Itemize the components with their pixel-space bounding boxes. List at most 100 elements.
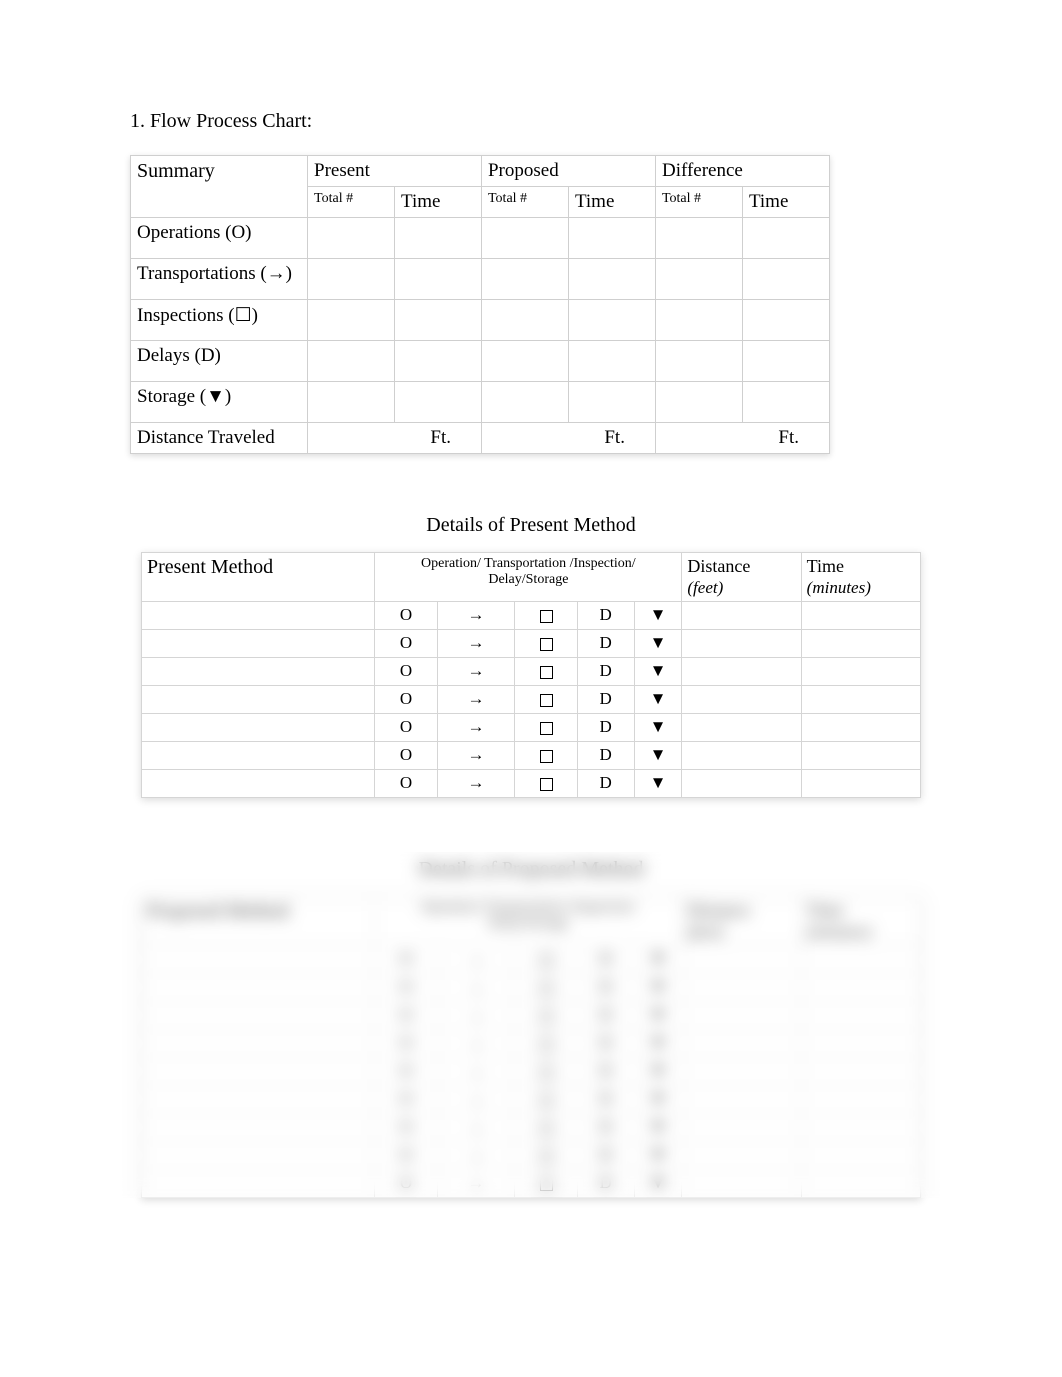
detail-symbol-cell: →	[437, 658, 515, 686]
detail-symbol-cell: D	[577, 658, 634, 686]
detail-symbol-cell	[515, 1142, 577, 1170]
detail-symbol-cell: D	[577, 686, 634, 714]
detail-symbol-cell	[515, 1030, 577, 1058]
detail-step-label	[142, 1086, 375, 1114]
detail-symbol-cell: →	[437, 1170, 515, 1198]
detail-symbol-cell: ▼	[634, 686, 682, 714]
detail-symbol-cell: O	[375, 946, 437, 974]
detail-row: O→D▼	[142, 1086, 921, 1114]
detail-distance-cell	[682, 974, 801, 1002]
detail-step-label	[142, 630, 375, 658]
detail-symbol-cell: ▼	[634, 770, 682, 798]
detail-symbol-cell: →	[437, 1086, 515, 1114]
detail-symbol-cell: O	[375, 1170, 437, 1198]
summary-cell	[308, 259, 395, 300]
inspection-icon	[540, 1094, 553, 1107]
detail-distance-cell	[682, 770, 801, 798]
detail-symbol-cell: →	[437, 602, 515, 630]
inspection-icon	[540, 1150, 553, 1163]
detail-symbol-cell: →	[437, 1114, 515, 1142]
detail-symbol-cell	[515, 686, 577, 714]
detail-symbol-cell	[515, 742, 577, 770]
summary-row: Storage (▼)	[131, 382, 830, 423]
detail-symbol-cell: ▼	[634, 1114, 682, 1142]
detail-symbol-cell: ▼	[634, 1142, 682, 1170]
detail-step-label	[142, 770, 375, 798]
summary-cell	[568, 259, 655, 300]
detail-step-label	[142, 1142, 375, 1170]
inspection-icon	[540, 694, 553, 707]
detail-symbol-cell: D	[577, 1114, 634, 1142]
detail-symbol-cell: O	[375, 630, 437, 658]
distance-present: Ft.	[308, 423, 482, 454]
summary-cell	[308, 382, 395, 423]
distance-label: Distance Traveled	[131, 423, 308, 454]
summary-cell	[742, 341, 829, 382]
detail-symbol-cell	[515, 770, 577, 798]
detail-time-cell	[801, 714, 920, 742]
detail-distance-cell	[682, 946, 801, 974]
summary-cell	[481, 341, 568, 382]
detail-symbol-cell: O	[375, 714, 437, 742]
summary-row-label: Operations (O)	[131, 218, 308, 259]
detail-symbol-cell	[515, 630, 577, 658]
inspection-icon	[540, 666, 553, 679]
detail-symbol-cell: ▼	[634, 630, 682, 658]
detail-symbol-cell	[515, 602, 577, 630]
detail-time-cell	[801, 1114, 920, 1142]
detail-step-label	[142, 742, 375, 770]
summary-cell	[395, 382, 482, 423]
detail-distance-cell	[682, 1030, 801, 1058]
inspection-icon	[540, 610, 553, 623]
detail-symbol-cell: D	[577, 602, 634, 630]
detail-symbol-cell	[515, 946, 577, 974]
detail-symbol-cell: D	[577, 770, 634, 798]
proposed-detail-table: Proposed Method Operation/ Transportatio…	[141, 896, 921, 1198]
detail-row: O→D▼	[142, 1114, 921, 1142]
detail-row: O→D▼	[142, 630, 921, 658]
detail-symbol-cell: D	[577, 1030, 634, 1058]
summary-cell	[481, 218, 568, 259]
detail-symbol-cell: ▼	[634, 1170, 682, 1198]
proposed-method-header: Proposed Method	[142, 897, 375, 946]
detail-step-label	[142, 658, 375, 686]
detail-symbol-cell: ▼	[634, 1086, 682, 1114]
detail-time-cell	[801, 686, 920, 714]
summary-cell	[742, 259, 829, 300]
present-time-header: Time	[395, 187, 482, 218]
summary-cell	[655, 341, 742, 382]
detail-symbol-cell: O	[375, 602, 437, 630]
detail-time-cell	[801, 630, 920, 658]
detail-time-cell	[801, 1142, 920, 1170]
summary-row-label: Delays (D)	[131, 341, 308, 382]
detail-step-label	[142, 1030, 375, 1058]
page-title: 1. Flow Process Chart:	[130, 110, 932, 133]
summary-cell	[655, 259, 742, 300]
present-method-header: Present Method	[142, 553, 375, 602]
detail-symbol-cell	[515, 1058, 577, 1086]
detail-row: O→D▼	[142, 742, 921, 770]
detail-symbol-cell	[515, 974, 577, 1002]
detail-distance-cell	[682, 602, 801, 630]
detail-distance-cell	[682, 1058, 801, 1086]
detail-symbol-cell: ▼	[634, 946, 682, 974]
summary-cell	[742, 382, 829, 423]
summary-cell	[481, 259, 568, 300]
summary-row-label: Inspections (☐)	[131, 300, 308, 341]
distance-row: Distance Traveled Ft. Ft. Ft.	[131, 423, 830, 454]
detail-symbol-cell: O	[375, 686, 437, 714]
proposed-distance-header: Distance (feet)	[682, 897, 801, 946]
proposed-symbol-header: Operation/ Transportation /Inspection/ D…	[375, 897, 682, 946]
summary-cell	[655, 218, 742, 259]
summary-cell	[395, 300, 482, 341]
distance-difference: Ft.	[655, 423, 829, 454]
detail-symbol-cell: →	[437, 742, 515, 770]
detail-distance-cell	[682, 1002, 801, 1030]
detail-symbol-cell: ▼	[634, 742, 682, 770]
proposed-details-title: Details of Proposed Method	[130, 858, 932, 881]
detail-time-cell	[801, 1086, 920, 1114]
inspection-icon	[540, 1122, 553, 1135]
detail-symbol-cell: ▼	[634, 602, 682, 630]
summary-row: Inspections (☐)	[131, 300, 830, 341]
inspection-icon	[540, 722, 553, 735]
